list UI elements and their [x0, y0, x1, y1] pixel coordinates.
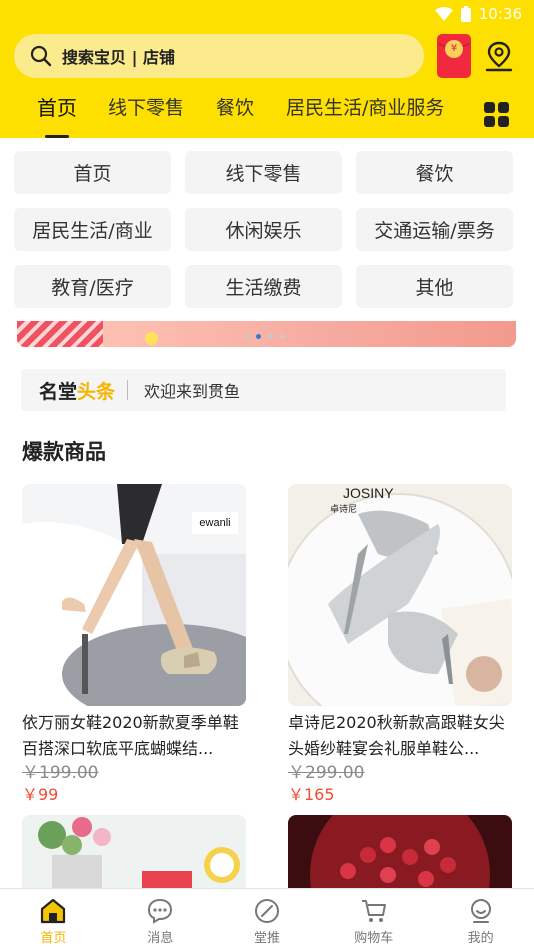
- category-grid: 首页 线下零售 餐饮 居民生活/商业 休闲娱乐 交通运输/票务 教育/医疗 生活…: [14, 151, 514, 308]
- product-photo-heels: JOSINY 卓诗尼: [288, 484, 512, 706]
- status-bar: 10:36: [0, 0, 534, 28]
- banner-pagination: [244, 334, 285, 339]
- search-placeholder: 搜索宝贝 | 店铺: [62, 48, 175, 67]
- tabbar-home[interactable]: 首页: [0, 889, 107, 949]
- banner-ball: [145, 332, 158, 345]
- product-old-price: ￥299.00: [288, 763, 365, 783]
- product-image[interactable]: [22, 815, 246, 889]
- headline-divider: [127, 380, 129, 400]
- category-home[interactable]: 首页: [14, 151, 171, 194]
- search-icon: [30, 45, 52, 67]
- product-price: ￥165: [288, 785, 335, 804]
- product-name: 依万丽女鞋2020新款夏季单鞋百搭深口软底平底蝴蝶结...: [22, 713, 239, 758]
- grid-cell: [484, 102, 495, 113]
- product-card[interactable]: JOSINY 卓诗尼 卓诗尼2020秋新款高跟鞋女尖头婚纱鞋宴会礼服单鞋公...…: [288, 484, 512, 806]
- product-image[interactable]: JOSINY 卓诗尼: [288, 484, 512, 706]
- banner-stripe: [17, 321, 103, 347]
- grid-cell: [498, 102, 509, 113]
- compass-icon: [254, 899, 279, 923]
- red-packet-coin-icon: ¥: [445, 40, 463, 58]
- location-icon[interactable]: [484, 40, 514, 74]
- grid-cell: [498, 116, 509, 127]
- tabbar-profile-label: 我的: [467, 931, 494, 946]
- product-photo-shoes-flat: ewanli: [22, 484, 246, 706]
- tabbar-home-label: 首页: [40, 931, 67, 946]
- headline-bar[interactable]: 名堂头条 欢迎来到贯鱼: [21, 369, 506, 411]
- tabbar-profile[interactable]: 我的: [427, 889, 534, 949]
- category-grid-icon[interactable]: [484, 102, 510, 128]
- category-leisure[interactable]: 休闲娱乐: [185, 208, 342, 251]
- category-resident-business[interactable]: 居民生活/商业: [14, 208, 171, 251]
- grid-cell: [484, 116, 495, 127]
- brand-logo-text: JOSINY: [343, 485, 394, 501]
- tabbar-messages-label: 消息: [147, 931, 174, 946]
- category-offline-retail[interactable]: 线下零售: [185, 151, 342, 194]
- tabbar-cart[interactable]: 购物车: [320, 889, 427, 949]
- cart-icon: [361, 900, 386, 922]
- category-transport-tickets[interactable]: 交通运输/票务: [356, 208, 513, 251]
- product-image[interactable]: [288, 815, 512, 889]
- tabbar-promote[interactable]: 堂推: [214, 889, 321, 949]
- tab-home[interactable]: 首页: [37, 88, 77, 138]
- message-icon: [148, 898, 173, 924]
- product-name: 卓诗尼2020秋新款高跟鞋女尖头婚纱鞋宴会礼服单鞋公...: [288, 713, 505, 758]
- headline-brand: 名堂头条: [21, 377, 115, 404]
- banner-dot[interactable]: [244, 334, 249, 339]
- top-tabs: 首页 线下零售 餐饮 居民生活/商业服务: [0, 88, 534, 138]
- product-price: ￥99: [22, 785, 59, 804]
- headline-message: 欢迎来到贯鱼: [144, 382, 241, 401]
- tab-food[interactable]: 餐饮: [216, 88, 254, 138]
- bottom-tab-bar: 首页 消息 堂推 购物车 我的: [0, 888, 534, 949]
- search-bar[interactable]: 搜索宝贝 | 店铺: [14, 34, 424, 78]
- headline-brand-highlight: 头条: [77, 380, 116, 403]
- banner-dot[interactable]: [268, 334, 273, 339]
- product-image[interactable]: ewanli: [22, 484, 246, 706]
- wifi-icon: [434, 7, 453, 21]
- product-old-price: ￥199.00: [22, 763, 99, 783]
- category-utility-payment[interactable]: 生活缴费: [185, 265, 342, 308]
- tabbar-cart-label: 购物车: [354, 931, 394, 946]
- banner-dot-active[interactable]: [256, 334, 261, 339]
- category-food[interactable]: 餐饮: [356, 151, 513, 194]
- product-card[interactable]: [288, 815, 512, 889]
- battery-icon: [460, 6, 471, 22]
- category-education-medical[interactable]: 教育/医疗: [14, 265, 171, 308]
- tab-resident-services[interactable]: 居民生活/商业服务: [286, 88, 444, 138]
- status-time: 10:36: [478, 5, 522, 23]
- product-card[interactable]: ewanli 依万丽女鞋2020新款夏季单鞋百搭深口软底平底蝴蝶结... ￥19…: [22, 484, 246, 806]
- banner-dot[interactable]: [280, 334, 285, 339]
- section-title: 爆款商品: [22, 440, 106, 464]
- product-card[interactable]: [22, 815, 246, 889]
- brand-logo-subtext: 卓诗尼: [330, 503, 357, 515]
- tab-offline-retail[interactable]: 线下零售: [108, 88, 184, 138]
- headline-brand-prefix: 名堂: [39, 380, 78, 403]
- brand-logo-text: ewanli: [199, 517, 230, 529]
- tabbar-promote-label: 堂推: [253, 931, 280, 946]
- home-icon: [41, 898, 66, 924]
- header: 搜索宝贝 | 店铺 ¥ 首页 线下零售 餐饮 居民生活/商业服务: [0, 28, 534, 138]
- category-other[interactable]: 其他: [356, 265, 513, 308]
- red-packet-button[interactable]: ¥: [437, 34, 471, 78]
- product-photo-pomegranate: [288, 815, 512, 889]
- product-photo-flowers: [22, 815, 246, 889]
- profile-icon: [470, 899, 491, 923]
- tabbar-messages[interactable]: 消息: [107, 889, 214, 949]
